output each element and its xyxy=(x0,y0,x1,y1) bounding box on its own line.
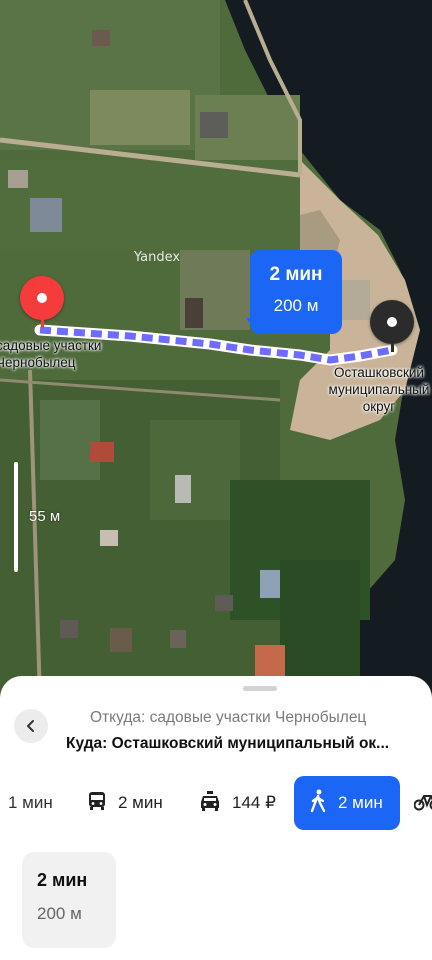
origin-pin-icon[interactable] xyxy=(20,276,64,320)
route-info-bubble[interactable]: 2 мин 200 м xyxy=(250,250,342,334)
taxi-icon xyxy=(198,790,222,817)
map-view[interactable]: Yandex 55 м садовые участки Чернобылец О… xyxy=(0,0,432,700)
tab-car[interactable]: 1 мин xyxy=(8,776,53,830)
back-button[interactable] xyxy=(14,709,48,743)
route-summary-card[interactable]: 2 мин 200 м xyxy=(22,852,116,948)
route-bubble-distance: 200 м xyxy=(273,296,319,315)
destination-pin-icon[interactable] xyxy=(370,300,414,344)
bus-icon xyxy=(86,790,108,817)
origin-map-label: садовые участки Чернобылец xyxy=(0,338,102,370)
tab-transit[interactable]: 2 мин xyxy=(86,776,163,830)
origin-pin-stem xyxy=(41,318,44,328)
tab-walk[interactable]: 2 мин xyxy=(294,776,400,830)
destination-pin-stem xyxy=(391,342,394,352)
tab-bike[interactable] xyxy=(413,776,432,830)
mode-label-car: 1 мин xyxy=(8,793,53,812)
tab-taxi[interactable]: 144 ₽ xyxy=(198,776,276,830)
bicycle-icon xyxy=(413,790,432,817)
transport-mode-tabs: 1 мин 2 мин 144 ₽ 2 мин xyxy=(0,776,432,830)
map-watermark: Yandex xyxy=(134,250,181,265)
summary-time: 2 мин xyxy=(37,870,88,890)
map-scale-bar xyxy=(14,462,18,572)
route-to-field[interactable]: Куда: Осташковский муниципальный ок... xyxy=(66,735,432,753)
summary-distance: 200 м xyxy=(37,904,82,923)
route-from-field[interactable]: Откуда: садовые участки Чернобылец xyxy=(90,709,432,727)
destination-map-label: Осташковский муниципальный округ xyxy=(328,365,430,414)
route-bottom-sheet: Откуда: садовые участки Чернобылец Куда:… xyxy=(0,676,432,960)
mode-label-walk: 2 мин xyxy=(338,793,383,812)
map-scale-label: 55 м xyxy=(29,508,61,525)
mode-label-transit: 2 мин xyxy=(118,793,163,812)
route-bubble-time: 2 мин xyxy=(269,264,323,285)
mode-label-taxi: 144 ₽ xyxy=(232,793,276,812)
walking-icon xyxy=(308,789,328,818)
sheet-drag-handle[interactable] xyxy=(243,686,277,691)
chevron-left-icon xyxy=(27,720,34,732)
